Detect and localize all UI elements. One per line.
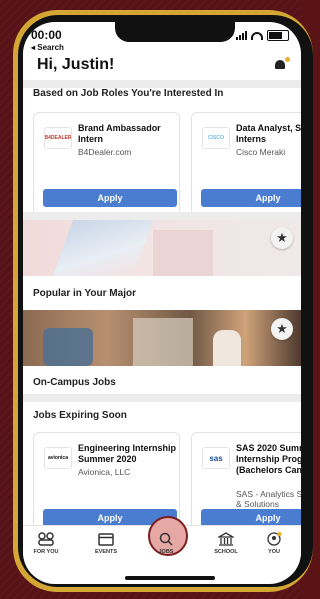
- status-time: 00:00: [31, 28, 62, 42]
- for-you-icon: [38, 532, 54, 546]
- tab-label: SCHOOL: [214, 549, 238, 555]
- star-icon[interactable]: ★: [271, 318, 293, 340]
- tab-school[interactable]: SCHOOL: [203, 532, 249, 555]
- back-to-search-link[interactable]: ◂ Search: [31, 43, 64, 52]
- company-name: SAS - Analytics Software & Solutions: [236, 489, 301, 509]
- section-title-job-roles: Based on Job Roles You're Interested In: [33, 88, 224, 99]
- school-icon: [216, 532, 236, 546]
- apply-button[interactable]: Apply: [43, 189, 177, 207]
- company-logo: B4DEALER: [44, 127, 72, 149]
- company-logo: avionica: [44, 447, 72, 469]
- signal-icon: [236, 31, 247, 40]
- tab-jobs[interactable]: JOBS: [143, 532, 189, 555]
- tab-label: JOBS: [158, 549, 174, 555]
- status-bar: 00:00 ◂ Search: [31, 28, 64, 52]
- apply-button[interactable]: Apply: [201, 189, 301, 207]
- notch: [115, 22, 235, 42]
- header: Hi, Justin!: [37, 56, 290, 74]
- tab-bar: FOR YOU EVENTS JOBS SCHOOL YOU: [23, 516, 301, 574]
- profile-icon: [266, 532, 282, 546]
- company-logo: sas: [202, 447, 230, 469]
- company-name: Cisco Meraki: [236, 147, 286, 157]
- tab-you[interactable]: YOU: [251, 532, 297, 555]
- tab-label: FOR YOU: [33, 549, 59, 555]
- search-icon: [158, 532, 174, 546]
- calendar-icon: [98, 532, 114, 546]
- bell-icon[interactable]: [273, 57, 290, 72]
- job-title: Brand Ambassador Intern: [78, 123, 161, 144]
- major-banner-image[interactable]: [23, 220, 301, 276]
- company-name: B4Dealer.com: [78, 147, 132, 157]
- star-icon[interactable]: ★: [271, 227, 293, 249]
- notification-dot: [285, 57, 290, 62]
- status-icons: [236, 30, 289, 41]
- section-title-on-campus: On-Campus Jobs: [33, 377, 116, 388]
- job-title: Engineering Internship Summer 2020: [78, 443, 177, 464]
- tab-label: YOU: [268, 549, 280, 555]
- battery-icon: [267, 30, 289, 41]
- company-logo: CISCO: [202, 127, 230, 149]
- wifi-icon: [251, 31, 263, 40]
- app-screen: 00:00 ◂ Search Hi, Justin! Based on Job …: [23, 22, 301, 584]
- company-name: Avionica, LLC: [78, 467, 131, 477]
- tab-for-you[interactable]: FOR YOU: [23, 532, 69, 555]
- job-card[interactable]: B4DEALER Brand Ambassador Intern B4Deale…: [33, 112, 180, 224]
- job-title: Data Analyst, Summer Interns: [236, 123, 301, 144]
- tab-events[interactable]: EVENTS: [83, 532, 129, 555]
- greeting: Hi, Justin!: [37, 56, 115, 73]
- tab-label: EVENTS: [94, 549, 117, 555]
- section-title-expiring: Jobs Expiring Soon: [33, 410, 127, 421]
- section-title-popular-major: Popular in Your Major: [33, 288, 136, 299]
- job-card[interactable]: CISCO Data Analyst, Summer Interns Cisco…: [191, 112, 301, 224]
- job-title: SAS 2020 Summer Internship Program (Bach…: [236, 443, 301, 475]
- home-indicator: [125, 576, 215, 580]
- campus-banner-image[interactable]: [23, 310, 301, 366]
